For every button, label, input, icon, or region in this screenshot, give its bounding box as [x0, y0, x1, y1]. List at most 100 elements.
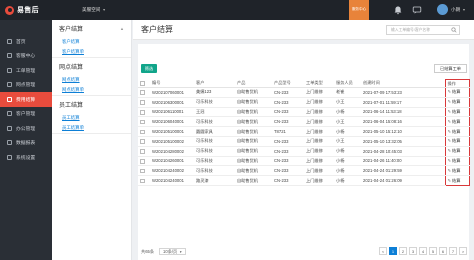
select-all-header[interactable] — [138, 79, 150, 88]
row-checkbox[interactable] — [140, 139, 145, 144]
settle-link[interactable]: ✎结算 — [448, 168, 461, 173]
page-button[interactable]: 1 — [389, 247, 397, 255]
row-checkbox[interactable] — [140, 178, 145, 184]
row-select-cell — [138, 175, 150, 186]
action-cell: ✎结算 — [444, 156, 470, 167]
edit-icon: ✎ — [447, 128, 452, 134]
table-cell: 小杨 — [334, 107, 361, 118]
table-footer: 共65条 10条/页 ▼ <1 2 3 4 5 6 7 > — [141, 247, 467, 256]
settle-link[interactable]: ✎结算 — [448, 119, 461, 124]
table-cell: 小杨 — [334, 175, 361, 186]
settled-orders-button[interactable]: 已结算工单 — [434, 64, 467, 73]
search-input[interactable]: 输入工单编号/客户名称 — [386, 25, 460, 35]
column-header: 客户 — [194, 79, 235, 88]
page-button[interactable]: 5 — [429, 247, 437, 255]
sidebar-item-label: 网点管理 — [16, 83, 36, 89]
sidebar-item[interactable]: 工单管理 — [0, 63, 52, 78]
store-switcher[interactable]: 美服空间 ▼ — [82, 7, 106, 13]
page-button[interactable]: 3 — [409, 247, 417, 255]
settle-link[interactable]: ✎结算 — [448, 129, 461, 134]
edit-icon: ✎ — [447, 138, 452, 144]
table-row: W202106110001 王冠 自助售货机 CN-233 上门维修 小杨 2021-06-… — [138, 107, 470, 118]
subnav-group-title: 网点结算 — [59, 65, 84, 71]
bell-icon[interactable] — [393, 5, 403, 15]
settle-link[interactable]: ✎结算 — [448, 178, 461, 183]
sidebar-item[interactable]: 客服中心 — [0, 49, 52, 64]
subnav-link-customer-settle[interactable]: 客户结算 — [52, 37, 131, 47]
search-placeholder: 输入工单编号/客户名称 — [391, 27, 431, 32]
row-checkbox[interactable] — [140, 159, 145, 164]
row-select-cell — [138, 126, 150, 137]
subnav-link-outlet-bill[interactable]: 网点结算单 — [52, 85, 131, 95]
action-cell: ✎结算 — [444, 146, 470, 157]
page-size-select[interactable]: 10条/页 ▼ — [159, 248, 187, 255]
subnav-group-customer: 客户结算 ▲ 客户结算 客户结算单 — [52, 20, 131, 58]
service-center-button[interactable]: 服务中心 — [349, 0, 369, 20]
table-cell: 2021-04-24 01:26:09 — [361, 175, 417, 186]
table-cell: 上门维修 — [304, 107, 334, 118]
table-cell: 2021-05-10 13:32:05 — [361, 136, 417, 147]
row-checkbox[interactable] — [140, 90, 145, 95]
sidebar-item-label: 办公管理 — [16, 126, 36, 132]
subnav-head-customer[interactable]: 客户结算 ▲ — [52, 20, 131, 37]
brand-logo[interactable]: 易售后 — [0, 5, 52, 15]
settle-link[interactable]: ✎结算 — [448, 138, 461, 143]
top-icons — [393, 5, 422, 15]
select-all-checkbox[interactable] — [140, 81, 145, 86]
sidebar-item[interactable]: 系统设置 — [0, 150, 52, 165]
table-cell: 2021-06-14 11:53:18 — [361, 107, 417, 118]
store-name: 美服空间 — [82, 7, 101, 12]
sidebar-item[interactable]: 办公管理 — [0, 121, 52, 136]
page-button[interactable]: 7 — [449, 247, 457, 255]
table-cell: 2021-05-10 15:12:10 — [361, 126, 417, 137]
table-cell: 自助售货机 — [235, 175, 272, 186]
sidebar-item[interactable]: 费用结算 — [0, 92, 52, 107]
settle-link[interactable]: ✎结算 — [448, 158, 461, 163]
table-cell: 自助售货机 — [235, 156, 272, 167]
prev-page-button[interactable]: < — [379, 247, 387, 255]
sidebar-item-label: 客服中心 — [16, 54, 36, 60]
row-checkbox[interactable] — [140, 149, 145, 154]
sidebar-item[interactable]: 网点管理 — [0, 78, 52, 93]
spacer-cell — [417, 126, 445, 137]
settle-link[interactable]: ✎结算 — [448, 109, 461, 114]
table-cell: 老崔 — [334, 87, 361, 98]
subnav-link-customer-bill[interactable]: 客户结算单 — [52, 47, 131, 57]
table-cell: 小杨 — [334, 156, 361, 167]
message-icon[interactable] — [412, 5, 422, 15]
page-button[interactable]: 4 — [419, 247, 427, 255]
table-cell: 自助售货机 — [235, 87, 272, 98]
table-cell: W202106110001 — [150, 107, 194, 118]
row-checkbox[interactable] — [140, 110, 145, 115]
sidebar-item[interactable]: 首页 — [0, 34, 52, 49]
table-cell: 自助售货机 — [235, 136, 272, 147]
subnav-head-staff[interactable]: 员工结算 — [52, 96, 131, 113]
row-checkbox[interactable] — [140, 168, 145, 174]
row-checkbox[interactable] — [140, 100, 145, 105]
filter-button[interactable]: 筛选 — [141, 64, 157, 73]
row-checkbox[interactable] — [140, 129, 145, 135]
settle-link[interactable]: ✎结算 — [448, 148, 461, 153]
settle-link[interactable]: ✎结算 — [448, 89, 461, 94]
table-cell: W202105100002 — [150, 136, 194, 147]
next-page-button[interactable]: > — [459, 247, 467, 255]
search-icon[interactable] — [451, 27, 457, 33]
spacer-cell — [417, 146, 445, 157]
table-cell: 上门维修 — [304, 175, 334, 186]
spacer-cell — [417, 136, 445, 147]
subnav-head-outlet[interactable]: 网点结算 — [52, 58, 131, 75]
table-row: W202106300001 可乐科技 自助售货机 CN-233 上门维修 小王 2021-0… — [138, 97, 470, 108]
subnav-link-outlet-settle[interactable]: 网点结算 — [52, 75, 131, 85]
table-cell: 2021-04-28 10:45:03 — [361, 146, 417, 157]
row-checkbox[interactable] — [140, 119, 145, 125]
settle-label: 结算 — [452, 148, 461, 154]
page-button[interactable]: 2 — [399, 247, 407, 255]
subnav-link-staff-bill[interactable]: 员工结算单 — [52, 123, 131, 133]
user-menu[interactable]: 小朗 ▼ — [437, 4, 466, 15]
subnav-link-staff-settle[interactable]: 员工结算 — [52, 113, 131, 123]
settle-link[interactable]: ✎结算 — [448, 99, 461, 104]
sidebar-item[interactable]: 数据报表 — [0, 136, 52, 151]
spacer-cell — [417, 156, 445, 167]
sidebar-item[interactable]: 客户管理 — [0, 107, 52, 122]
page-button[interactable]: 6 — [439, 247, 447, 255]
